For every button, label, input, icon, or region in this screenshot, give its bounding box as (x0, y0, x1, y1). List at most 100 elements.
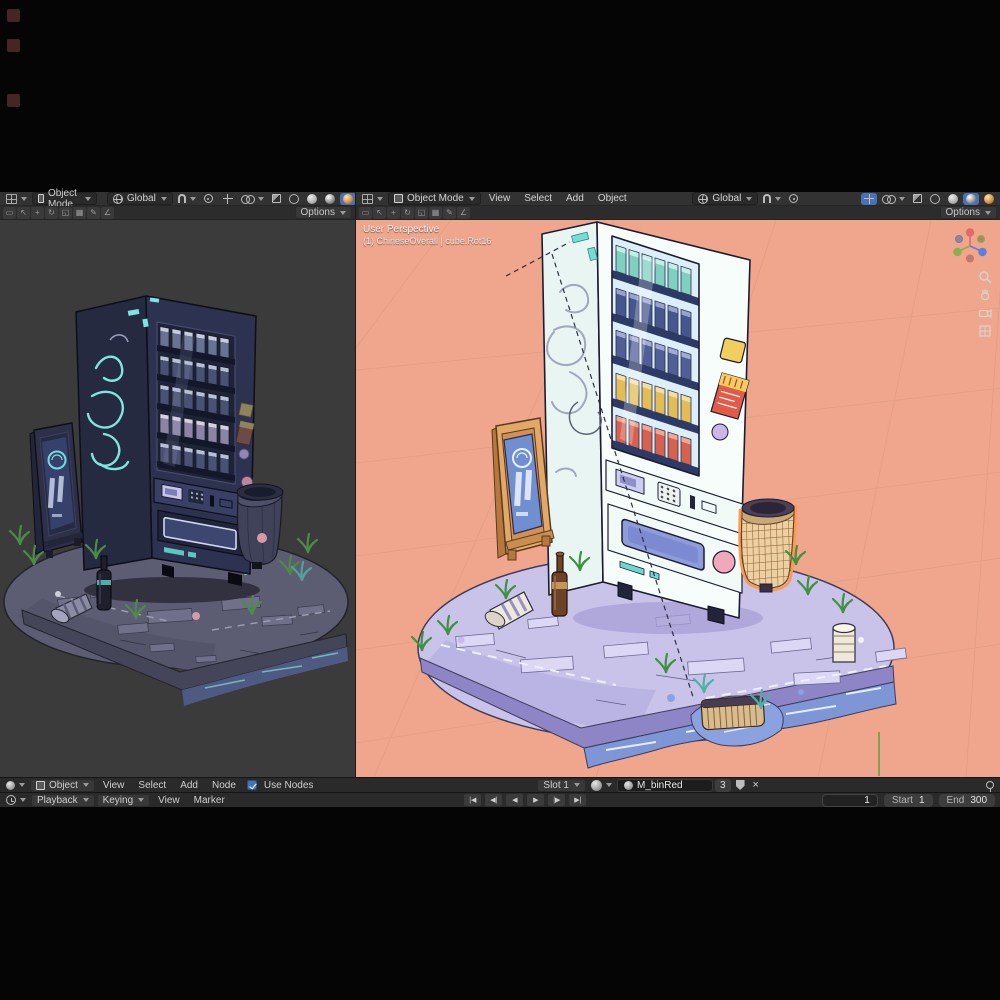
editor-type-button[interactable] (3, 794, 29, 807)
orientation-dropdown[interactable]: Global (692, 192, 759, 205)
vending-machine-object[interactable] (75, 295, 257, 586)
material-name-field[interactable]: M_binRed (616, 778, 713, 792)
playback-dropdown[interactable]: Playback (31, 793, 95, 807)
xray-toggle[interactable] (269, 192, 284, 205)
tool-rotate-button[interactable]: ↻ (401, 206, 414, 219)
options-dropdown[interactable]: Options (294, 206, 352, 219)
shader-type-dropdown[interactable]: Object (30, 778, 95, 792)
shading-rendered-button[interactable] (339, 192, 356, 205)
play-reverse-button[interactable]: ◀ (506, 794, 524, 806)
tool-measure-button[interactable]: ∠ (457, 206, 470, 219)
menu-node[interactable]: Node (206, 779, 242, 792)
play-button[interactable]: ▶ (527, 794, 545, 806)
magnet-icon (177, 194, 186, 203)
trash-bin-object-selected[interactable] (738, 498, 798, 593)
navigation-gizmo[interactable] (950, 226, 990, 266)
editor-type-button[interactable] (3, 192, 30, 205)
proportional-editing-toggle[interactable] (201, 192, 216, 205)
shading-wireframe-button[interactable] (286, 193, 302, 205)
trash-bin-object[interactable] (236, 483, 284, 569)
menu-select[interactable]: Select (132, 779, 172, 792)
orientation-dropdown[interactable]: Global (106, 192, 173, 205)
fake-user-button[interactable] (733, 779, 748, 792)
tool-annotate-button[interactable]: ✎ (443, 206, 456, 219)
fallen-crate-object[interactable] (700, 695, 766, 731)
editor-type-button[interactable] (3, 779, 28, 792)
gizmo-toggle[interactable] (861, 192, 878, 205)
zoom-icon[interactable] (978, 270, 992, 284)
menu-marker[interactable]: Marker (188, 794, 231, 807)
snap-toggle[interactable] (760, 192, 784, 205)
menu-object[interactable]: Object (592, 192, 633, 205)
left-scene[interactable] (0, 220, 355, 777)
shading-solid-button[interactable] (304, 193, 320, 205)
menu-view[interactable]: View (152, 794, 186, 807)
tool-move-button[interactable]: + (31, 206, 44, 219)
mode-dropdown[interactable]: Object Mode (388, 192, 481, 205)
shader-editor-header: Object View Select Add Node Use Nodes Sl… (0, 777, 1000, 793)
desktop-icon[interactable] (7, 39, 20, 52)
frame-start-field[interactable]: Start 1 (883, 793, 933, 807)
mode-dropdown[interactable]: Object Mode (32, 188, 97, 210)
proportional-editing-toggle[interactable] (786, 192, 801, 205)
gizmo-toggle[interactable] (220, 192, 236, 205)
camera-view-icon[interactable] (978, 306, 992, 320)
right-scene[interactable] (356, 220, 1000, 777)
vending-machine-object[interactable] (541, 221, 751, 625)
current-frame-field[interactable]: 1 (821, 793, 878, 807)
tool-rotate-button[interactable]: ↻ (45, 206, 58, 219)
shading-solid-button[interactable] (945, 193, 961, 205)
left-viewport-header: Object Mode Global (0, 188, 356, 210)
shading-material-button[interactable] (322, 193, 338, 205)
tool-scale-button[interactable]: ◱ (415, 206, 428, 219)
tool-scale-button[interactable]: ◱ (59, 206, 72, 219)
tool-cursor-button[interactable]: ↖ (17, 206, 30, 219)
next-keyframe-button[interactable]: |▶ (548, 794, 566, 806)
gizmo-icon (222, 193, 233, 204)
menu-add[interactable]: Add (174, 779, 204, 792)
close-icon: × (752, 779, 759, 791)
material-name: M_binRed (636, 779, 683, 791)
tool-cursor-button[interactable]: ↖ (373, 206, 386, 219)
desktop-icon[interactable] (7, 9, 20, 22)
xray-toggle[interactable] (910, 192, 925, 205)
overlays-toggle[interactable] (879, 192, 908, 205)
tool-move-button[interactable]: + (387, 206, 400, 219)
right-viewport-canvas[interactable]: User Perspective (1) ChineseOverall | cu… (355, 220, 1000, 777)
frame-end-field[interactable]: End 300 (938, 793, 996, 807)
menu-view[interactable]: View (483, 192, 517, 205)
options-dropdown[interactable]: Options (939, 206, 997, 219)
tool-transform-button[interactable]: ▦ (73, 206, 86, 219)
browse-material-button[interactable] (588, 779, 615, 792)
jump-to-end-button[interactable]: ▶| (569, 794, 587, 806)
shading-material-button[interactable] (963, 192, 980, 205)
left-viewport-canvas[interactable] (0, 220, 355, 777)
menu-add[interactable]: Add (560, 192, 590, 205)
tool-transform-button[interactable]: ▦ (429, 206, 442, 219)
shading-rendered-button[interactable] (981, 193, 997, 205)
editor-type-button[interactable] (359, 192, 386, 205)
jump-to-start-button[interactable]: |◀ (464, 794, 482, 806)
use-nodes-checkbox[interactable]: Use Nodes (244, 779, 316, 792)
object-mode-icon (394, 194, 403, 203)
tool-box-select-button[interactable]: ▭ (3, 206, 16, 219)
slot-dropdown[interactable]: Slot 1 (537, 778, 586, 792)
ortho-grid-icon[interactable] (978, 324, 992, 338)
tool-annotate-button[interactable]: ✎ (87, 206, 100, 219)
snap-toggle[interactable] (175, 192, 199, 205)
unlink-material-button[interactable]: × (750, 779, 762, 792)
pin-button[interactable] (983, 779, 997, 793)
pan-hand-icon[interactable] (978, 288, 992, 302)
menu-view[interactable]: View (97, 779, 131, 792)
overlays-toggle[interactable] (238, 192, 267, 205)
keying-dropdown[interactable]: Keying (96, 793, 151, 807)
material-users-count-button[interactable]: 3 (714, 778, 731, 792)
prev-keyframe-button[interactable]: ◀| (485, 794, 503, 806)
active-object-overlay: (1) ChineseOverall | cube.Rot16 (363, 236, 492, 246)
menu-select[interactable]: Select (518, 192, 558, 205)
desktop-icon[interactable] (7, 94, 20, 107)
shading-wireframe-button[interactable] (927, 193, 943, 205)
tool-measure-button[interactable]: ∠ (101, 206, 114, 219)
standing-cup-object[interactable] (832, 622, 856, 663)
tool-box-select-button[interactable]: ▭ (359, 206, 372, 219)
